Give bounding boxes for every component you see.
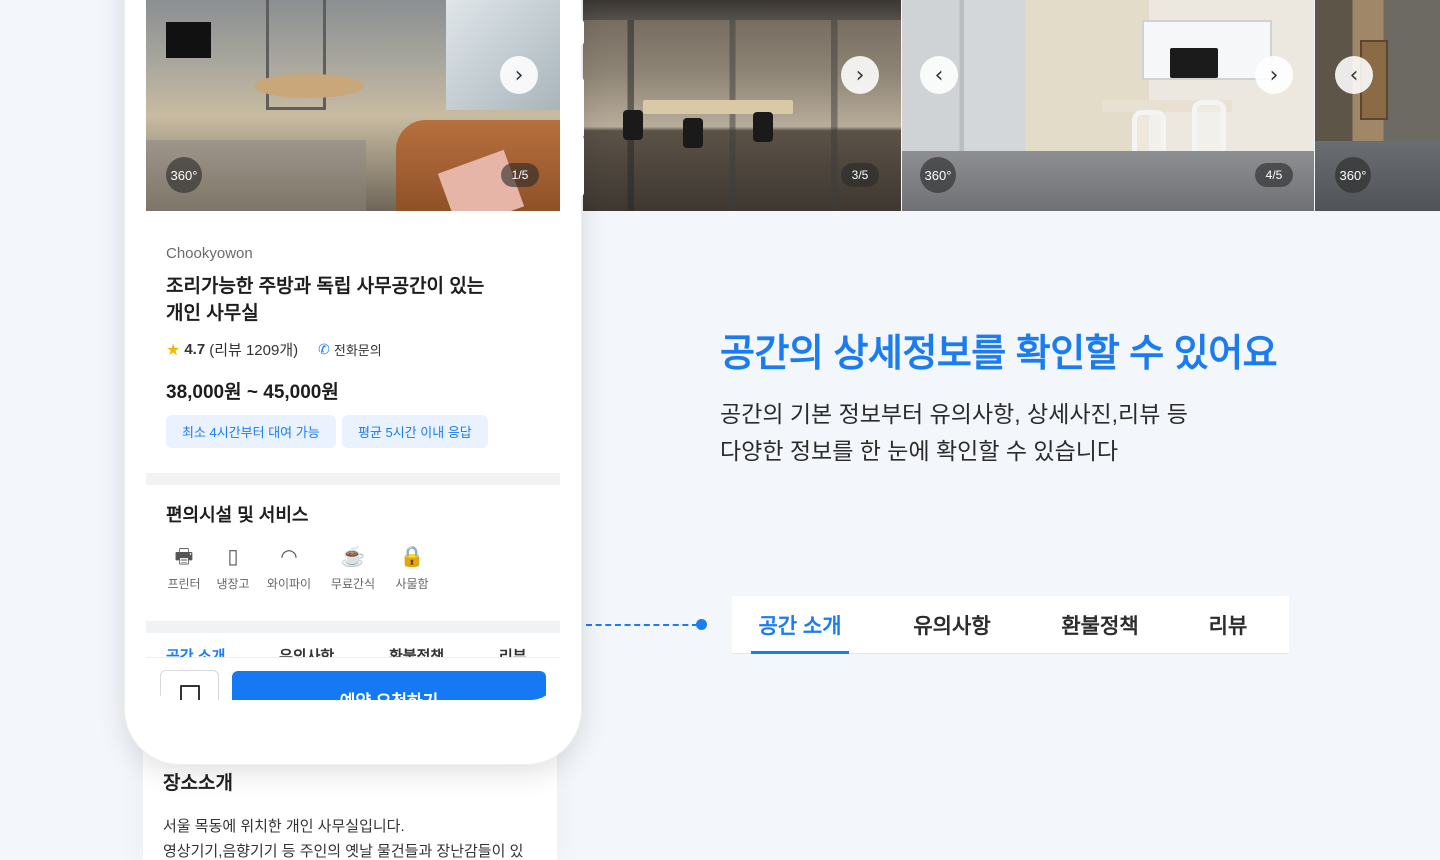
- rating-row: ★ 4.7 (리뷰 1209개) ✆ 전화문의: [166, 339, 382, 360]
- active-tab-indicator: [751, 651, 849, 654]
- facility-wifi: ◠ 와이파이: [264, 545, 314, 592]
- photo-hallway: [1315, 0, 1440, 211]
- phone-mockup: › 360° 1/5 Chookyowon 조리가능한 주방과 독립 사무공간이…: [124, 0, 582, 765]
- feature-description: 공간의 기본 정보부터 유의사항, 상세사진,리뷰 등 다양한 정보를 한 눈에…: [720, 396, 1360, 470]
- phone-inquiry-link[interactable]: 전화문의: [334, 340, 382, 359]
- lock-icon: 🔒: [399, 546, 425, 568]
- photo-living-room: [146, 0, 560, 211]
- section-body-line: 영상기기,음향기기 등 주인의 옛날 물건들과 장난감들이 있: [163, 843, 524, 860]
- reserve-request-button[interactable]: 예약 요청하기: [232, 671, 546, 700]
- tab-reviews[interactable]: 리뷰: [1198, 596, 1258, 654]
- host-name: Chookyowon: [166, 245, 253, 262]
- bookmark-icon: [179, 685, 200, 700]
- connector-dot: [696, 619, 707, 630]
- phone-side-button: [579, 136, 584, 196]
- facilities-section: 편의시설 및 서비스 🖶 프린터 ▯ 냉장고 ◠ 와이파이 ☕ 무료간식 🔒 사…: [146, 485, 560, 621]
- response-time-chip: 평균 5시간 이내 응답: [342, 415, 488, 448]
- chevron-right-icon[interactable]: ›: [841, 56, 879, 94]
- tab-refund-policy[interactable]: 환불정책: [1050, 596, 1150, 654]
- printer-icon: 🖶: [174, 546, 194, 568]
- facilities-title: 편의시설 및 서비스: [166, 505, 309, 525]
- feature-description-line: 다양한 정보를 한 눈에 확인할 수 있습니다: [720, 438, 1119, 464]
- dashed-connector: [586, 624, 698, 626]
- chevron-right-icon[interactable]: ›: [500, 56, 538, 94]
- photo-office-desk: [902, 0, 1314, 211]
- facility-label: 와이파이: [266, 577, 312, 591]
- phone-side-button: [579, 78, 584, 138]
- tab-space-intro[interactable]: 공간 소개: [751, 596, 849, 654]
- review-count[interactable]: (리뷰 1209개): [209, 339, 298, 360]
- facility-fridge: ▯ 냉장고: [208, 545, 258, 592]
- star-icon: ★: [166, 341, 181, 359]
- chevron-left-icon[interactable]: ‹: [1335, 56, 1373, 94]
- gallery-photo-hallway[interactable]: ‹ 360°: [1315, 0, 1440, 211]
- facility-label: 무료간식: [330, 577, 376, 591]
- detail-tab-bar: 공간 소개 유의사항 환불정책 리뷰: [732, 596, 1289, 654]
- space-summary: Chookyowon 조리가능한 주방과 독립 사무공간이 있는 개인 사무실 …: [146, 211, 560, 473]
- 360-view-badge[interactable]: 360°: [920, 157, 956, 193]
- photo-counter: 3/5: [841, 163, 879, 187]
- phone-icon[interactable]: ✆: [318, 341, 330, 358]
- min-hours-chip: 최소 4시간부터 대여 가능: [166, 415, 336, 448]
- photo-counter: 1/5: [501, 163, 539, 187]
- feature-description-line: 공간의 기본 정보부터 유의사항, 상세사진,리뷰 등: [720, 401, 1188, 427]
- facility-printer: 🖶 프린터: [159, 545, 209, 592]
- bookmark-button[interactable]: [160, 670, 219, 700]
- booking-bar: 예약 요청하기: [146, 657, 560, 700]
- section-body: 서울 목동에 위치한 개인 사무실입니다. 영상기기,음향기기 등 주인의 옛날…: [163, 814, 543, 860]
- feature-headline: 공간의 상세정보를 확인할 수 있어요: [720, 333, 1278, 375]
- chevron-left-icon[interactable]: ‹: [920, 56, 958, 94]
- photo-counter: 4/5: [1255, 163, 1293, 187]
- section-title: 장소소개: [163, 773, 233, 794]
- facility-label: 냉장고: [216, 577, 250, 591]
- section-body-line: 서울 목동에 위치한 개인 사무실입니다.: [163, 818, 405, 835]
- fridge-icon: ▯: [227, 546, 239, 568]
- 360-view-badge[interactable]: 360°: [1335, 157, 1371, 193]
- gallery-photo-meeting-room[interactable]: › 3/5: [583, 0, 901, 211]
- 360-view-badge[interactable]: 360°: [166, 157, 202, 193]
- facility-label: 사물함: [395, 577, 429, 591]
- tab-notices[interactable]: 유의사항: [902, 596, 1002, 654]
- chevron-right-icon[interactable]: ›: [1255, 56, 1293, 94]
- facility-label: 프린터: [167, 577, 201, 591]
- phone-screen: › 360° 1/5 Chookyowon 조리가능한 주방과 독립 사무공간이…: [146, 0, 560, 700]
- rating-value: 4.7: [184, 341, 206, 358]
- facility-locker: 🔒 사물함: [387, 545, 437, 592]
- phone-side-button: [579, 20, 584, 45]
- space-title: 조리가능한 주방과 독립 사무공간이 있는 개인 사무실: [166, 276, 485, 324]
- cup-icon: ☕: [340, 546, 366, 568]
- facility-snacks: ☕ 무료간식: [328, 545, 378, 592]
- wifi-icon: ◠: [280, 546, 298, 568]
- price-range: 38,000원 ~ 45,000원: [166, 382, 339, 403]
- hero-photo[interactable]: › 360° 1/5: [146, 0, 560, 211]
- gallery-photo-office-desk[interactable]: ‹ › 360° 4/5: [902, 0, 1314, 211]
